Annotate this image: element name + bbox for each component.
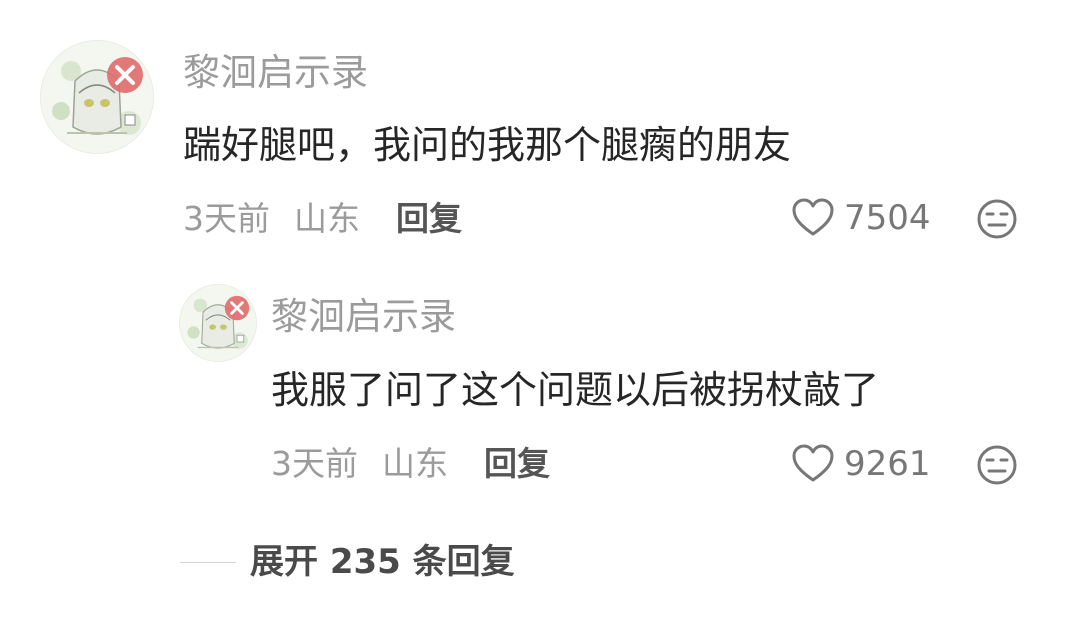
comment-time: 3天前 bbox=[183, 199, 270, 238]
reply-button[interactable]: 回复 bbox=[396, 202, 462, 235]
reply-text: 我服了问了这个问题以后被拐杖敲了 bbox=[271, 368, 880, 412]
expand-replies-label: 展开 235 条回复 bbox=[250, 542, 515, 582]
neutral-face-icon bbox=[977, 199, 1017, 239]
like-count: 7504 bbox=[844, 198, 931, 238]
dislike-button[interactable] bbox=[976, 198, 1018, 240]
dislike-button[interactable] bbox=[976, 444, 1018, 486]
like-button[interactable]: 9261 bbox=[792, 444, 931, 484]
neutral-face-icon bbox=[977, 445, 1017, 485]
reply-username[interactable]: 黎洄启示录 bbox=[271, 298, 456, 335]
heart-icon bbox=[792, 198, 834, 236]
avatar-image bbox=[41, 41, 153, 153]
comment-location: 山东 bbox=[294, 199, 360, 238]
like-button[interactable]: 7504 bbox=[792, 198, 931, 238]
divider-line bbox=[180, 561, 236, 563]
reply-time: 3天前 bbox=[271, 444, 358, 483]
reply-location: 山东 bbox=[382, 444, 448, 483]
avatar-image bbox=[180, 285, 256, 361]
like-count: 9261 bbox=[844, 444, 931, 484]
avatar[interactable] bbox=[40, 40, 154, 154]
comment-username[interactable]: 黎洄启示录 bbox=[183, 54, 368, 91]
comment-text: 踹好腿吧，我问的我那个腿瘸的朋友 bbox=[183, 123, 792, 167]
heart-icon bbox=[792, 444, 834, 482]
close-badge-icon bbox=[107, 57, 143, 93]
expand-replies-button[interactable]: 展开 235 条回复 bbox=[180, 545, 515, 579]
comment-thread: 黎洄启示录 踹好腿吧，我问的我那个腿瘸的朋友 3天前 山东 回复 7504 黎洄… bbox=[0, 0, 1079, 622]
reply-button[interactable]: 回复 bbox=[484, 447, 550, 480]
close-badge-icon bbox=[224, 295, 250, 321]
reply-avatar[interactable] bbox=[179, 284, 257, 362]
